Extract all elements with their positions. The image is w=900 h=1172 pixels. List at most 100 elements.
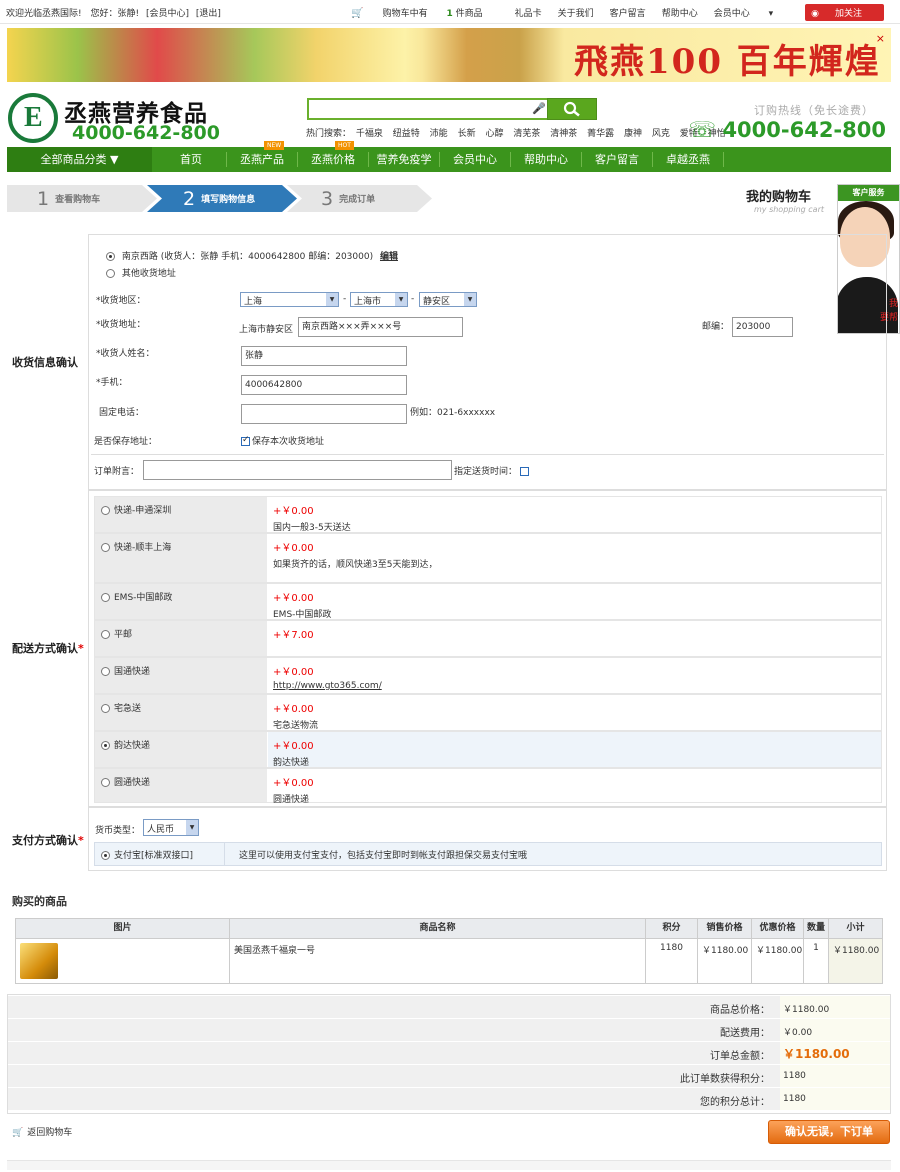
payment-option-selected[interactable]: 支付宝[标准双接口] 这里可以使用支付宝支付，包括支付宝即时到帐支付跟担保交易支… xyxy=(94,842,882,866)
saved-address-radio[interactable] xyxy=(106,252,115,261)
promo-banner[interactable]: 飛燕100 百年輝煌 × xyxy=(7,28,891,82)
nav-item-member[interactable]: 会员中心 xyxy=(440,152,511,167)
product-thumbnail[interactable] xyxy=(20,943,58,979)
hot-word[interactable]: 清神茶 xyxy=(550,129,577,139)
site-logo[interactable]: 丞燕营养食品 4000-642-800 xyxy=(8,92,223,144)
checkout-steps: 1 查看购物车 3 完成订单 2 填写购物信息 xyxy=(7,185,432,212)
all-categories-button[interactable]: 全部商品分类 ▼ xyxy=(7,147,152,172)
shipping-name: 快递-申通深圳 xyxy=(114,506,172,516)
place-order-button[interactable]: 确认无误，下订单 xyxy=(768,1120,890,1144)
close-icon[interactable]: × xyxy=(876,32,885,45)
order-note-input[interactable] xyxy=(143,460,452,480)
top-link-gift-card[interactable]: 礼品卡 xyxy=(515,6,542,19)
shipping-option-name: 快递-顺丰上海 xyxy=(95,534,267,582)
summary-value: 1180 xyxy=(780,1065,890,1087)
microphone-icon[interactable]: 🎤 xyxy=(532,102,546,115)
follow-button[interactable]: ◉ 加关注 xyxy=(805,3,884,21)
shipping-name: 韵达快递 xyxy=(114,741,151,751)
shipping-option[interactable]: 国通快递 +￥0.00 http://www.gto365.com/ xyxy=(94,657,882,694)
city-select[interactable]: 上海市 ▼ xyxy=(350,292,408,307)
back-to-cart-label: 返回购物车 xyxy=(27,1128,73,1138)
shipping-option[interactable]: 快递-申通深圳 +￥0.00 国内一般3-5天送达 xyxy=(94,496,882,533)
delivery-time-option[interactable]: 指定送货时间： xyxy=(454,464,531,477)
hot-word[interactable]: 长新 xyxy=(458,129,476,139)
delivery-time-checkbox[interactable] xyxy=(520,467,530,476)
chevron-down-icon: ▼ xyxy=(186,820,198,835)
top-link-help[interactable]: 帮助中心 xyxy=(662,6,698,19)
top-link-about[interactable]: 关于我们 xyxy=(558,6,594,19)
shipping-radio[interactable] xyxy=(101,630,110,639)
top-link-member[interactable]: 会员中心 ▾ xyxy=(714,6,789,19)
edit-address-link[interactable]: 编辑 xyxy=(380,252,398,262)
nav-item-message[interactable]: 客户留言 xyxy=(582,152,653,167)
shipping-option[interactable]: EMS-中国邮政 +￥0.00 EMS-中国邮政 xyxy=(94,583,882,620)
landline-input[interactable] xyxy=(241,404,407,424)
region-separator: - xyxy=(343,294,347,304)
address-label: *收货地址： xyxy=(96,320,146,330)
shipping-radio[interactable] xyxy=(101,593,110,602)
summary-value: 1180 xyxy=(780,1088,890,1110)
shipping-option[interactable]: 宅急送 +￥0.00 宅急送物流 xyxy=(94,694,882,731)
hot-word[interactable]: 纽益特 xyxy=(393,129,420,139)
hot-word[interactable]: 风克 xyxy=(652,129,670,139)
receiver-name-input[interactable]: 张静 xyxy=(241,346,407,366)
search-input[interactable] xyxy=(307,98,547,120)
saved-address-option[interactable]: 南京西路 (收货人：张静 手机：4000642800 邮编：203000) 编辑 xyxy=(106,249,398,262)
shipping-section-label: 配送方式确认* xyxy=(12,642,84,655)
goods-section-title: 购买的商品 xyxy=(12,895,67,908)
cart-summary[interactable]: 🛒 购物车中有 1 件商品 xyxy=(351,6,498,19)
hot-word[interactable]: 心醇 xyxy=(485,129,503,139)
member-center-link[interactable]: [会员中心] xyxy=(146,9,189,19)
shipping-radio[interactable] xyxy=(101,741,110,750)
mobile-input[interactable]: 4000642800 xyxy=(241,375,407,395)
save-address-checkbox[interactable] xyxy=(241,435,250,446)
shipping-option[interactable]: 快递-顺丰上海 +￥0.00 如果货齐的话，顺风快递3至5天能到达， xyxy=(94,533,882,583)
other-address-radio[interactable] xyxy=(106,269,115,278)
address-panel: 南京西路 (收货人：张静 手机：4000642800 邮编：203000) 编辑… xyxy=(88,234,887,490)
hot-word[interactable]: 康神 xyxy=(624,129,642,139)
shipping-radio[interactable] xyxy=(101,704,110,713)
column-header: 销售价格 xyxy=(698,919,752,938)
shipping-option-selected[interactable]: 韵达快递 +￥0.00 韵达快递 xyxy=(94,731,882,768)
street-address-input[interactable]: 南京西路×××弄×××号 xyxy=(298,317,463,337)
hot-word[interactable]: 菁华露 xyxy=(587,129,614,139)
district-select[interactable]: 静安区 ▼ xyxy=(419,292,477,307)
top-link-message[interactable]: 客户留言 xyxy=(610,6,646,19)
zip-input[interactable]: 203000 xyxy=(732,317,793,337)
hot-word[interactable]: 清芜茶 xyxy=(513,129,540,139)
step-view-cart: 1 查看购物车 xyxy=(7,185,157,212)
province-select[interactable]: 上海 ▼ xyxy=(240,292,339,307)
nav-item-excellence[interactable]: 卓越丞燕 xyxy=(653,152,724,167)
shipping-option[interactable]: 圆通快递 +￥0.00 圆通快递 xyxy=(94,768,882,805)
save-address-option[interactable]: 保存本次收货地址 xyxy=(241,434,324,447)
step-number: 1 xyxy=(37,187,50,210)
shipping-name: 平邮 xyxy=(114,630,133,640)
chevron-down-icon: ▼ xyxy=(395,293,407,306)
nav-item-help[interactable]: 帮助中心 xyxy=(511,152,582,167)
nav-item-immunology[interactable]: 营养免疫学 xyxy=(369,152,440,167)
shipping-link[interactable]: http://www.gto365.com/ xyxy=(273,681,876,691)
nav-item-home[interactable]: 首页 xyxy=(156,152,227,167)
other-address-option[interactable]: 其他收货地址 xyxy=(106,266,176,279)
shipping-option-detail: +￥0.00 圆通快递 xyxy=(268,769,881,805)
greeting-text: 您好：张静! xyxy=(90,9,140,19)
nav-item-prices[interactable]: HOT 丞燕价格 xyxy=(298,141,369,167)
shipping-radio[interactable] xyxy=(101,667,110,676)
hot-word[interactable]: 千福泉 xyxy=(356,129,383,139)
order-summary: 商品总价格： ￥1180.00 配送费用： ￥0.00 订单总金额： ￥1180.00… xyxy=(7,994,891,1114)
shipping-radio[interactable] xyxy=(101,543,110,552)
shipping-option-name: 圆通快递 xyxy=(95,769,267,802)
payment-radio[interactable] xyxy=(101,851,110,860)
shipping-price: +￥0.00 xyxy=(273,667,314,678)
logout-link[interactable]: [退出] xyxy=(196,9,221,19)
nav-item-products[interactable]: NEW 丞燕产品 xyxy=(227,141,298,167)
shipping-radio[interactable] xyxy=(101,506,110,515)
back-to-cart-link[interactable]: 🛒 返回购物车 xyxy=(12,1125,72,1138)
shipping-option[interactable]: 平邮 +￥7.00 xyxy=(94,620,882,657)
shipping-radio[interactable] xyxy=(101,778,110,787)
currency-select[interactable]: 人民币 ▼ xyxy=(143,819,199,836)
search-button[interactable] xyxy=(547,98,597,120)
hot-word[interactable]: 沛能 xyxy=(430,129,448,139)
product-name-cell[interactable]: 美国丞燕千福泉一号 xyxy=(230,939,646,983)
shipping-price: +￥0.00 xyxy=(273,593,314,604)
